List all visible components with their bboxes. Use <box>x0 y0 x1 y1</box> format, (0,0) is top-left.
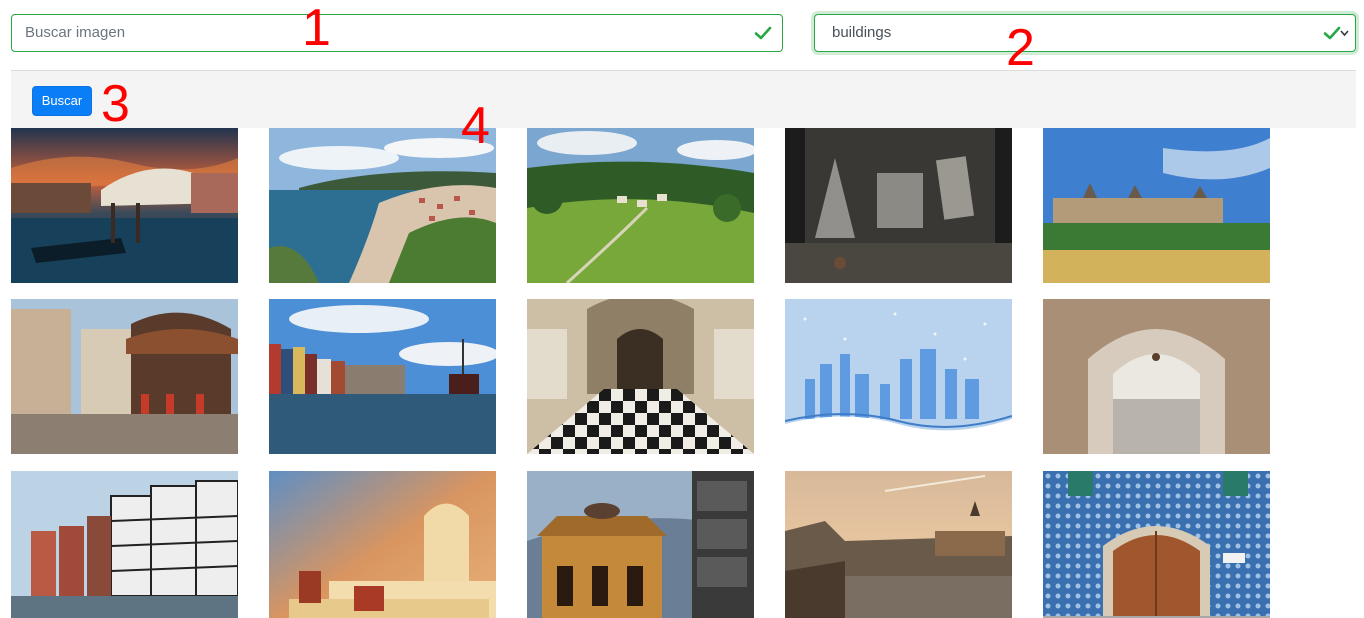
annotation-marker-3: 3 <box>101 75 130 133</box>
category-select-value: buildings <box>832 24 892 41</box>
search-field <box>11 14 783 52</box>
gallery-image[interactable] <box>1043 128 1270 283</box>
annotation-marker-2: 2 <box>1006 19 1035 77</box>
annotation-marker-4: 4 <box>461 97 490 155</box>
venice-bridge-image <box>11 128 238 283</box>
gallery-image[interactable] <box>527 128 754 283</box>
annotation-marker-1: 1 <box>302 0 331 57</box>
half-timbered-houses-image <box>11 471 238 618</box>
green-valley-image <box>527 128 754 283</box>
harbor-canal-image <box>269 299 496 454</box>
check-icon <box>754 26 772 40</box>
category-select[interactable]: buildings <box>814 14 1356 52</box>
palace-hall-image <box>527 299 754 454</box>
chevron-down-icon <box>1340 30 1349 37</box>
prague-bridge-image <box>785 471 1012 618</box>
tiled-doorway-image <box>1043 471 1270 618</box>
castle-field-image <box>1043 128 1270 283</box>
image-search-page: buildings Buscar 1 2 3 4 <box>0 0 1364 618</box>
check-icon <box>1323 26 1341 40</box>
gallery-image[interactable] <box>11 471 238 618</box>
dark-room-image <box>785 128 1012 283</box>
bell-tower-image <box>527 471 754 618</box>
gallery-image[interactable] <box>1043 299 1270 454</box>
gallery-image[interactable] <box>785 471 1012 618</box>
gallery-image[interactable] <box>11 128 238 283</box>
search-button[interactable]: Buscar <box>32 86 92 116</box>
blue-skyline-image <box>785 299 1012 454</box>
gallery-image[interactable] <box>785 299 1012 454</box>
gallery-image[interactable] <box>785 128 1012 283</box>
greek-house-image <box>269 471 496 618</box>
carousel-street-image <box>11 299 238 454</box>
gallery-image[interactable] <box>11 299 238 454</box>
toolbar: Buscar <box>11 70 1356 128</box>
gallery-image[interactable] <box>1043 471 1270 618</box>
search-input[interactable] <box>12 15 782 51</box>
stone-archway-image <box>1043 299 1270 454</box>
gallery-image[interactable] <box>527 299 754 454</box>
gallery-image[interactable] <box>527 471 754 618</box>
gallery-image[interactable] <box>269 299 496 454</box>
gallery-image[interactable] <box>269 471 496 618</box>
